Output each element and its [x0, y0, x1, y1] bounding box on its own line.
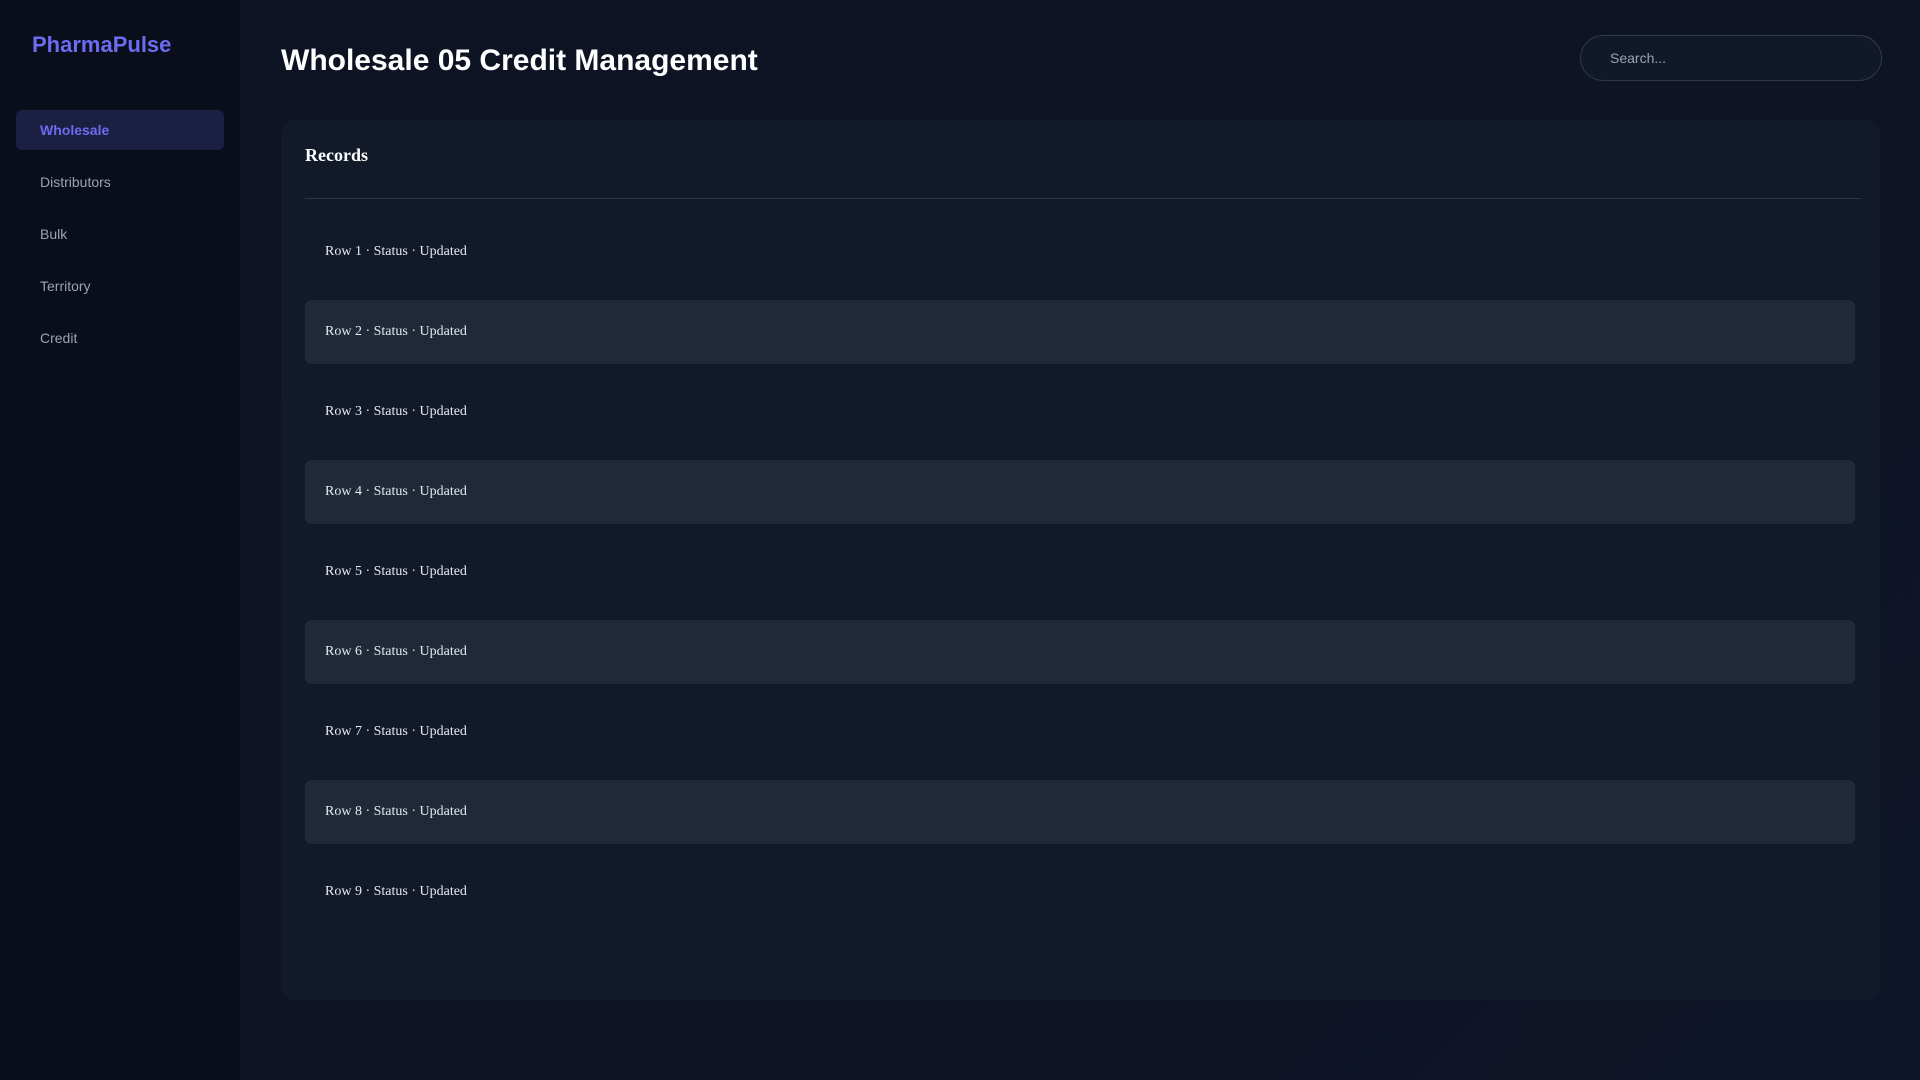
sidebar-item-bulk[interactable]: Bulk: [16, 214, 224, 254]
list-item[interactable]: Row 6 · Status · Updated: [305, 620, 1855, 684]
list-item[interactable]: Row 9 · Status · Updated: [305, 860, 1855, 924]
list-item[interactable]: Row 4 · Status · Updated: [305, 460, 1855, 524]
main-content: Wholesale 05 Credit Management Records R…: [240, 0, 1920, 1080]
search-input[interactable]: [1580, 35, 1882, 81]
brand-logo[interactable]: PharmaPulse: [0, 30, 240, 60]
divider: [305, 198, 1861, 199]
records-title: Records: [305, 145, 368, 165]
list-item[interactable]: Row 5 · Status · Updated: [305, 540, 1855, 604]
page-title: Wholesale 05 Credit Management: [281, 44, 758, 77]
list-item[interactable]: Row 3 · Status · Updated: [305, 380, 1855, 444]
sidebar-item-wholesale[interactable]: Wholesale: [16, 110, 224, 150]
records-list: Row 1 · Status · Updated Row 2 · Status …: [305, 220, 1855, 940]
sidebar-item-credit[interactable]: Credit: [16, 318, 224, 358]
sidebar-item-distributors[interactable]: Distributors: [16, 162, 224, 202]
list-item[interactable]: Row 8 · Status · Updated: [305, 780, 1855, 844]
list-item[interactable]: Row 7 · Status · Updated: [305, 700, 1855, 764]
records-card: Records Row 1 · Status · Updated Row 2 ·…: [281, 120, 1880, 1000]
sidebar-nav: Wholesale Distributors Bulk Territory Cr…: [0, 110, 240, 358]
list-item[interactable]: Row 2 · Status · Updated: [305, 300, 1855, 364]
sidebar-item-territory[interactable]: Territory: [16, 266, 224, 306]
sidebar: PharmaPulse Wholesale Distributors Bulk …: [0, 0, 240, 1080]
list-item[interactable]: Row 1 · Status · Updated: [305, 220, 1855, 284]
app-shell: PharmaPulse Wholesale Distributors Bulk …: [0, 0, 1920, 1080]
